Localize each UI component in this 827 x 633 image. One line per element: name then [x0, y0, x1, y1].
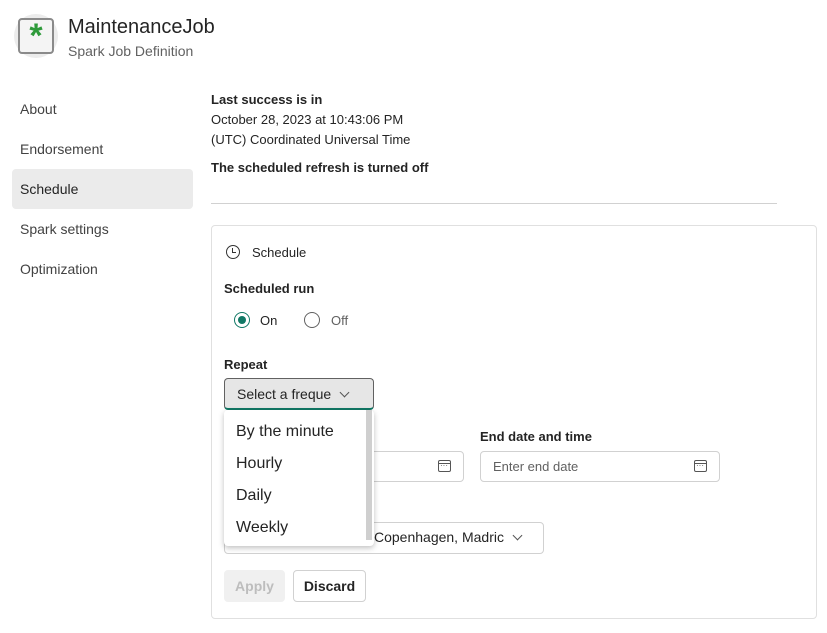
- last-success-label: Last success is in: [211, 92, 323, 107]
- scheduled-run-label: Scheduled run: [224, 281, 315, 296]
- repeat-select-value: Select a freque: [237, 386, 332, 402]
- end-date-field[interactable]: Enter end date: [480, 451, 720, 482]
- option-hourly[interactable]: Hourly: [236, 455, 282, 473]
- radio-on[interactable]: [234, 312, 250, 328]
- last-success-timezone: (UTC) Coordinated Universal Time: [211, 132, 411, 147]
- timezone-value: Copenhagen, Madric: [374, 529, 504, 545]
- repeat-dropdown: By the minute Hourly Daily Weekly: [224, 410, 374, 546]
- sidebar-item-optimization[interactable]: Optimization: [12, 249, 193, 289]
- option-daily[interactable]: Daily: [236, 487, 272, 505]
- radio-on-label[interactable]: On: [260, 313, 277, 328]
- calendar-icon[interactable]: [438, 460, 451, 472]
- discard-button[interactable]: Discard: [293, 570, 366, 602]
- repeat-select[interactable]: Select a freque: [224, 378, 374, 410]
- option-weekly[interactable]: Weekly: [236, 519, 288, 537]
- radio-off-label[interactable]: Off: [331, 313, 348, 328]
- end-date-label: End date and time: [480, 429, 592, 444]
- app-logo: *: [14, 14, 58, 58]
- sidebar-item-endorsement[interactable]: Endorsement: [12, 129, 193, 169]
- page-title: MaintenanceJob: [68, 16, 215, 38]
- page-subtitle: Spark Job Definition: [68, 43, 194, 59]
- radio-off[interactable]: [304, 312, 320, 328]
- repeat-label: Repeat: [224, 357, 268, 372]
- last-success-date: October 28, 2023 at 10:43:06 PM: [211, 112, 404, 127]
- chevron-down-icon: [512, 530, 523, 541]
- refresh-status: The scheduled refresh is turned off: [211, 160, 429, 175]
- apply-button[interactable]: Apply: [224, 570, 285, 602]
- asterisk-icon: *: [18, 18, 54, 54]
- calendar-icon[interactable]: [694, 460, 707, 472]
- divider: [211, 203, 777, 204]
- option-by-the-minute[interactable]: By the minute: [236, 423, 334, 441]
- clock-icon: [226, 245, 240, 259]
- sidebar-item-schedule[interactable]: Schedule: [12, 169, 193, 209]
- chevron-down-icon: [339, 387, 350, 398]
- dropdown-scrollbar[interactable]: [366, 410, 372, 540]
- sidebar-item-spark-settings[interactable]: Spark settings: [12, 209, 193, 249]
- schedule-heading: Schedule: [252, 245, 307, 260]
- end-date-placeholder: Enter end date: [493, 459, 579, 474]
- sidebar-item-about[interactable]: About: [12, 89, 193, 129]
